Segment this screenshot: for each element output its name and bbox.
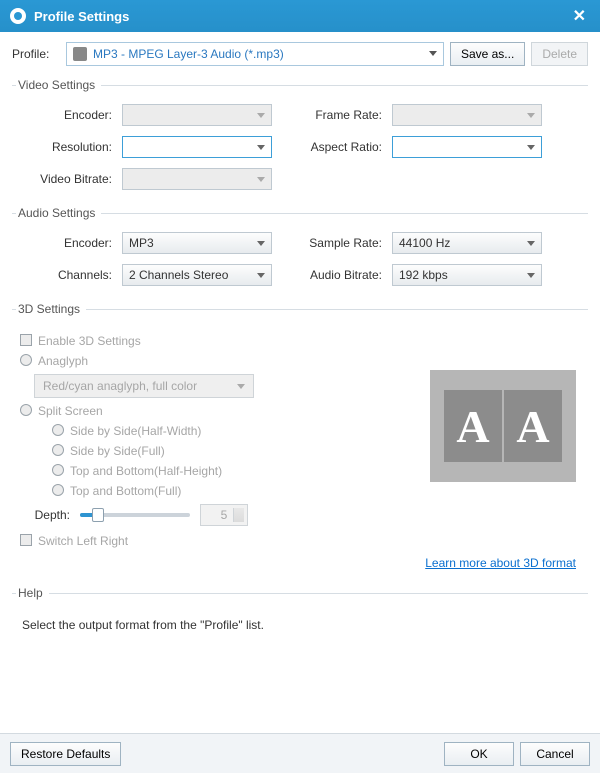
chevron-down-icon	[429, 51, 437, 56]
ok-button[interactable]: OK	[444, 742, 514, 766]
channels-label: Channels:	[16, 268, 112, 282]
sbs-full-radio	[52, 444, 64, 456]
preview-left-tile: A	[444, 390, 502, 462]
video-encoder-select[interactable]	[122, 104, 272, 126]
switch-lr-label: Switch Left Right	[38, 534, 128, 548]
tb-half-radio	[52, 464, 64, 476]
restore-defaults-button[interactable]: Restore Defaults	[10, 742, 121, 766]
enable-3d-label: Enable 3D Settings	[38, 334, 141, 348]
chevron-down-icon	[257, 113, 265, 118]
anaglyph-mode-value: Red/cyan anaglyph, full color	[43, 379, 197, 393]
close-icon[interactable]: ✕	[569, 6, 590, 26]
aspect-ratio-select[interactable]	[392, 136, 542, 158]
save-as-button[interactable]: Save as...	[450, 42, 525, 66]
tb-full-label: Top and Bottom(Full)	[70, 484, 181, 498]
delete-button: Delete	[531, 42, 588, 66]
split-screen-label: Split Screen	[38, 404, 103, 418]
chevron-down-icon	[527, 113, 535, 118]
anaglyph-mode-select: Red/cyan anaglyph, full color	[34, 374, 254, 398]
audio-bitrate-select[interactable]: 192 kbps	[392, 264, 542, 286]
split-screen-radio	[20, 404, 32, 416]
chevron-down-icon	[237, 384, 245, 389]
help-group: Help Select the output format from the "…	[12, 586, 588, 636]
chevron-down-icon	[527, 241, 535, 246]
audio-settings-legend: Audio Settings	[16, 206, 101, 220]
sample-rate-select[interactable]: 44100 Hz	[392, 232, 542, 254]
depth-label: Depth:	[22, 508, 70, 522]
dialog-footer: Restore Defaults OK Cancel	[0, 733, 600, 773]
channels-select[interactable]: 2 Channels Stereo	[122, 264, 272, 286]
chevron-down-icon	[527, 273, 535, 278]
switch-lr-checkbox	[20, 534, 32, 546]
sample-rate-label: Sample Rate:	[282, 236, 382, 250]
video-encoder-label: Encoder:	[16, 108, 112, 122]
audio-encoder-select[interactable]: MP3	[122, 232, 272, 254]
3d-settings-legend: 3D Settings	[16, 302, 86, 316]
audio-settings-group: Audio Settings Encoder: MP3 Sample Rate:…	[12, 206, 588, 290]
depth-spinbox: 5	[200, 504, 248, 526]
chevron-down-icon	[527, 145, 535, 150]
chevron-down-icon	[257, 241, 265, 246]
video-bitrate-select[interactable]	[122, 168, 272, 190]
audio-encoder-label: Encoder:	[16, 236, 112, 250]
3d-preview: A A	[430, 370, 576, 482]
profile-select[interactable]: MP3 - MPEG Layer-3 Audio (*.mp3)	[66, 42, 444, 66]
profile-label: Profile:	[12, 47, 60, 61]
frame-rate-label: Frame Rate:	[282, 108, 382, 122]
titlebar: Profile Settings ✕	[0, 0, 600, 32]
chevron-down-icon	[257, 273, 265, 278]
learn-more-3d-link[interactable]: Learn more about 3D format	[16, 556, 576, 570]
resolution-label: Resolution:	[16, 140, 112, 154]
profile-value: MP3 - MPEG Layer-3 Audio (*.mp3)	[93, 47, 284, 61]
slider-thumb-icon	[92, 508, 104, 522]
aspect-ratio-label: Aspect Ratio:	[282, 140, 382, 154]
window-title: Profile Settings	[34, 9, 129, 24]
help-legend: Help	[16, 586, 49, 600]
help-text: Select the output format from the "Profi…	[22, 618, 578, 632]
cancel-button[interactable]: Cancel	[520, 742, 590, 766]
sbs-half-label: Side by Side(Half-Width)	[70, 424, 201, 438]
sbs-half-radio	[52, 424, 64, 436]
depth-slider	[80, 513, 190, 517]
chevron-down-icon	[257, 177, 265, 182]
anaglyph-radio	[20, 354, 32, 366]
tb-full-radio	[52, 484, 64, 496]
video-settings-legend: Video Settings	[16, 78, 101, 92]
sbs-full-label: Side by Side(Full)	[70, 444, 165, 458]
video-settings-group: Video Settings Encoder: Frame Rate: Reso…	[12, 78, 588, 194]
app-icon	[10, 8, 26, 24]
audio-bitrate-label: Audio Bitrate:	[282, 268, 382, 282]
frame-rate-select[interactable]	[392, 104, 542, 126]
resolution-select[interactable]	[122, 136, 272, 158]
enable-3d-checkbox[interactable]	[20, 334, 32, 346]
video-bitrate-label: Video Bitrate:	[16, 172, 112, 186]
format-icon	[73, 47, 87, 61]
tb-half-label: Top and Bottom(Half-Height)	[70, 464, 222, 478]
chevron-down-icon	[257, 145, 265, 150]
anaglyph-label: Anaglyph	[38, 354, 88, 368]
preview-right-tile: A	[504, 390, 562, 462]
